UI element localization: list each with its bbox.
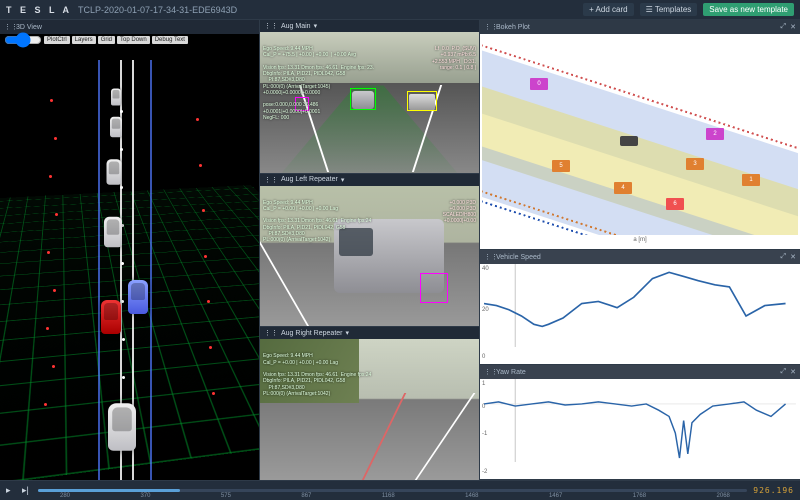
chip-grid[interactable]: Grid bbox=[98, 36, 115, 44]
chip-topdown[interactable]: Top Down bbox=[117, 36, 150, 44]
grip-icon[interactable]: ⋮⋮ bbox=[484, 253, 492, 261]
chevron-down-icon[interactable]: ▾ bbox=[341, 176, 345, 184]
bbox-van-wheel bbox=[420, 273, 448, 303]
add-card-button[interactable]: + Add card bbox=[583, 3, 633, 16]
step-button[interactable]: ▸| bbox=[22, 486, 32, 496]
timeline-ticks: 28037057586711681468146717682068 bbox=[60, 493, 730, 499]
panel-camera-main[interactable]: ⋮⋮Aug Main▾ Ego Speed: 9.44 MPH Cal_P = … bbox=[260, 20, 479, 174]
grip-icon[interactable]: ⋮⋮ bbox=[484, 368, 492, 376]
chip-layers[interactable]: Layers bbox=[72, 36, 96, 44]
camera-left-title: Aug Left Repeater bbox=[281, 176, 338, 183]
speed-title: Vehicle Speed bbox=[496, 254, 541, 261]
right-column: ⋮⋮ Bokeh Plot ⤢ ✕ 0 2 1 3 4 bbox=[480, 20, 800, 480]
speed-chart bbox=[484, 264, 796, 347]
clip-id: TCLP-2020-01-07-17-34-31-EDE6943D bbox=[78, 5, 237, 15]
car-lead-1 bbox=[104, 217, 122, 248]
tesla-logo: T E S L A bbox=[6, 5, 72, 15]
grip-icon[interactable]: ⋮⋮ bbox=[264, 22, 278, 30]
main-area: ⋮⋮ 3D View PlotCtrl Layers Grid Top Down… bbox=[0, 20, 800, 480]
close-icon[interactable]: ✕ bbox=[790, 253, 796, 261]
camera-right-title: Aug Right Repeater bbox=[281, 330, 342, 337]
bokeh-title: Bokeh Plot bbox=[496, 24, 530, 31]
expand-icon[interactable]: ⤢ bbox=[781, 368, 787, 376]
overlay-left-right: +0.000 P3D +0.000 P3D SCALED/H800 +0.000… bbox=[443, 200, 476, 225]
yaw-title: Yaw Rate bbox=[496, 369, 526, 376]
timeline-track[interactable] bbox=[38, 489, 747, 492]
det-2: 2 bbox=[706, 128, 724, 140]
car-adjacent-blue bbox=[128, 280, 148, 314]
car-ego bbox=[108, 403, 136, 451]
overlay-main-right: Lf 0.0 P.O (SUV) +0.937 mPb:6.5 +2.553 M… bbox=[432, 46, 476, 71]
frame-counter: 926.196 bbox=[753, 486, 794, 495]
grip-icon[interactable]: ⋮⋮ bbox=[484, 23, 492, 31]
car-adjacent-red bbox=[101, 300, 121, 334]
templates-button[interactable]: ☰ Templates bbox=[640, 3, 698, 16]
timeline-progress bbox=[38, 489, 180, 492]
expand-icon[interactable]: ⤢ bbox=[781, 23, 787, 31]
camera-column: ⋮⋮Aug Main▾ Ego Speed: 9.44 MPH Cal_P = … bbox=[260, 20, 480, 480]
bokeh-canvas[interactable]: 0 2 1 3 4 5 6 bbox=[482, 34, 798, 235]
det-1: 1 bbox=[742, 174, 760, 186]
panel-camera-left-repeater[interactable]: ⋮⋮Aug Left Repeater▾ Ego Speed: 9.44 MPH… bbox=[260, 174, 479, 328]
det-0: 0 bbox=[530, 78, 548, 90]
chevron-down-icon[interactable]: ▾ bbox=[314, 22, 318, 30]
yaw-chart bbox=[484, 379, 796, 462]
det-3: 3 bbox=[686, 158, 704, 170]
grip-icon[interactable]: ⋮⋮ bbox=[264, 176, 278, 184]
panel-3d-toolbar: PlotCtrl Layers Grid Top Down Debug Text bbox=[4, 36, 188, 44]
bokeh-xlabel: a [m] bbox=[490, 237, 790, 247]
timeline: ▸ ▸| 926.196 280370575867116814681467176… bbox=[0, 480, 800, 500]
car-lead-2 bbox=[107, 159, 122, 185]
panel-bokeh[interactable]: ⋮⋮ Bokeh Plot ⤢ ✕ 0 2 1 3 4 bbox=[480, 20, 800, 250]
expand-icon[interactable]: ⤢ bbox=[781, 253, 787, 261]
det-4: 4 bbox=[614, 182, 632, 194]
panel-3d-slider[interactable] bbox=[4, 36, 42, 44]
camera-main-title: Aug Main bbox=[281, 23, 311, 30]
det-5: 5 bbox=[552, 160, 570, 172]
grip-icon[interactable]: ⋮⋮ bbox=[264, 329, 278, 337]
car-lead-3 bbox=[110, 117, 122, 137]
save-template-button[interactable]: Save as new template bbox=[703, 3, 794, 16]
close-icon[interactable]: ✕ bbox=[790, 368, 796, 376]
top-bar: T E S L A TCLP-2020-01-07-17-34-31-EDE69… bbox=[0, 0, 800, 20]
panel-3d-title: 3D View bbox=[16, 24, 42, 31]
chip-plotctrl[interactable]: PlotCtrl bbox=[44, 36, 70, 44]
chip-debug[interactable]: Debug Text bbox=[152, 36, 188, 44]
det-6: 6 bbox=[666, 198, 684, 210]
panel-vehicle-speed[interactable]: ⋮⋮Vehicle Speed⤢✕ 40 20 0 bbox=[480, 250, 800, 365]
panel-camera-right-repeater[interactable]: ⋮⋮Aug Right Repeater▾ Ego Speed: 9.44 MP… bbox=[260, 327, 479, 480]
close-icon[interactable]: ✕ bbox=[790, 23, 796, 31]
overlay-right-left: Ego Speed: 9.44 MPH Cal_P = +0.00 | +0.0… bbox=[263, 353, 476, 397]
panel-yaw-rate[interactable]: ⋮⋮Yaw Rate⤢✕ 1 0 -1 -2 bbox=[480, 365, 800, 480]
scene-3d[interactable] bbox=[0, 20, 259, 480]
chevron-down-icon[interactable]: ▾ bbox=[345, 329, 349, 337]
car-lead-4 bbox=[111, 89, 121, 106]
panel-3d-view[interactable]: ⋮⋮ 3D View PlotCtrl Layers Grid Top Down… bbox=[0, 20, 260, 480]
play-button[interactable]: ▸ bbox=[6, 486, 16, 496]
grip-icon[interactable]: ⋮⋮ bbox=[4, 23, 12, 31]
